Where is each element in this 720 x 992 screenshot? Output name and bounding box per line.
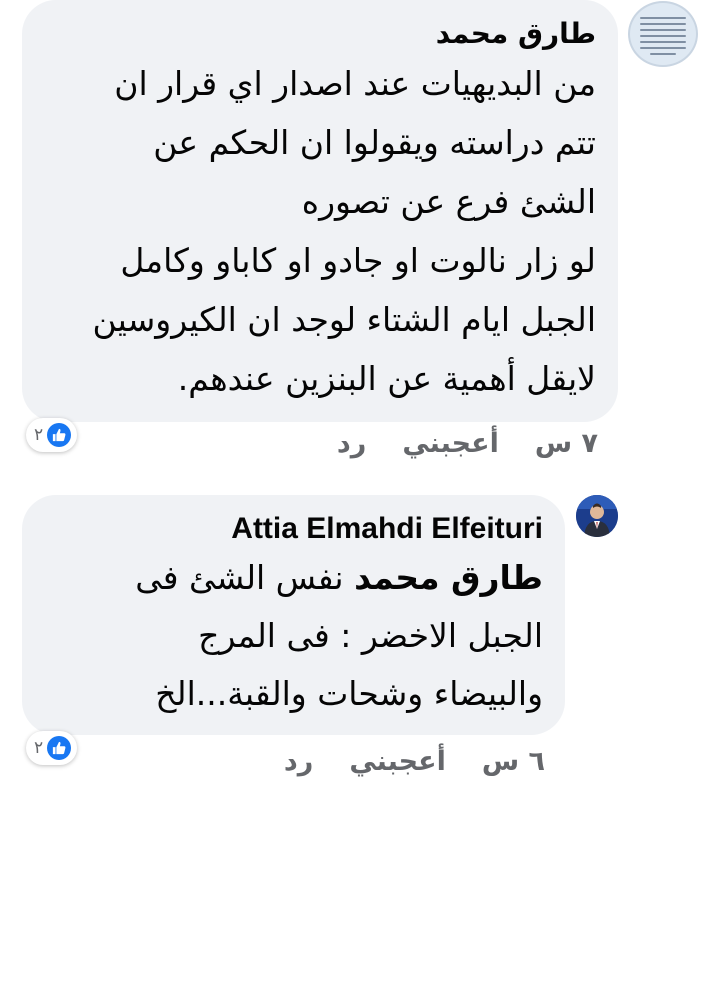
comment-2-author[interactable]: Attia Elmahdi Elfeituri (44, 509, 543, 549)
comment-1-reply-link[interactable]: رد (337, 428, 366, 459)
person-avatar-icon (576, 495, 618, 537)
comment-1-line-1: من البديهيات عند اصدار اي قرار ان (114, 64, 596, 103)
comment-2-time[interactable]: ٦ س (482, 746, 545, 777)
comment-1-like-link[interactable]: أعجبني (402, 428, 499, 459)
comment-1-time[interactable]: ٧ س (535, 428, 598, 459)
comment-2-bubble: Attia Elmahdi Elfeituri طارق محمد نفس ال… (22, 495, 565, 735)
comment-2-like-link[interactable]: أعجبني (349, 746, 446, 777)
comments-page: طارق محمد من البديهيات عند اصدار اي قرار… (0, 0, 720, 992)
comment-1-line-3: الشئ فرع عن تصوره (301, 182, 596, 221)
like-icon (47, 423, 72, 447)
comment-2-actions: ٦ س أعجبني رد (284, 746, 545, 777)
comment-2-reply-link[interactable]: رد (284, 746, 313, 777)
comment-2-line-1: طارق محمد نفس الشئ فى (44, 549, 543, 607)
comment-2-reaction-count: ٢ (34, 738, 44, 758)
comment-2-line-3: والبيضاء وشحات والقبة...الخ (155, 674, 543, 713)
comment-1-line-4: لو زار نالوت او جادو او كاباو وكامل (120, 241, 596, 280)
comment-1-avatar[interactable] (628, 1, 698, 67)
comment-2-line-2: الجبل الاخضر : فى المرج (198, 616, 543, 655)
comment-1-author[interactable]: طارق محمد (44, 14, 596, 54)
like-icon (47, 736, 72, 760)
comment-2-avatar[interactable] (576, 495, 618, 537)
comment-1-reaction-count: ٢ (34, 425, 44, 445)
comment-1-actions: ٧ س أعجبني رد (337, 428, 598, 459)
comment-1-line-5: الجبل ايام الشتاء لوجد ان الكيروسين (92, 300, 596, 339)
comment-2-mention[interactable]: طارق محمد (354, 558, 543, 597)
comment-1-line-2: تتم دراسته ويقولوا ان الحكم عن (153, 123, 596, 162)
comment-1-line-6: لايقل أهمية عن البنزين عندهم. (177, 359, 596, 398)
comment-1-reactions[interactable]: ٢ (26, 418, 78, 452)
comment-1-bubble: طارق محمد من البديهيات عند اصدار اي قرار… (22, 0, 618, 422)
comment-2-line-1-text: نفس الشئ فى (135, 558, 344, 597)
comment-2-reactions[interactable]: ٢ (26, 731, 78, 765)
